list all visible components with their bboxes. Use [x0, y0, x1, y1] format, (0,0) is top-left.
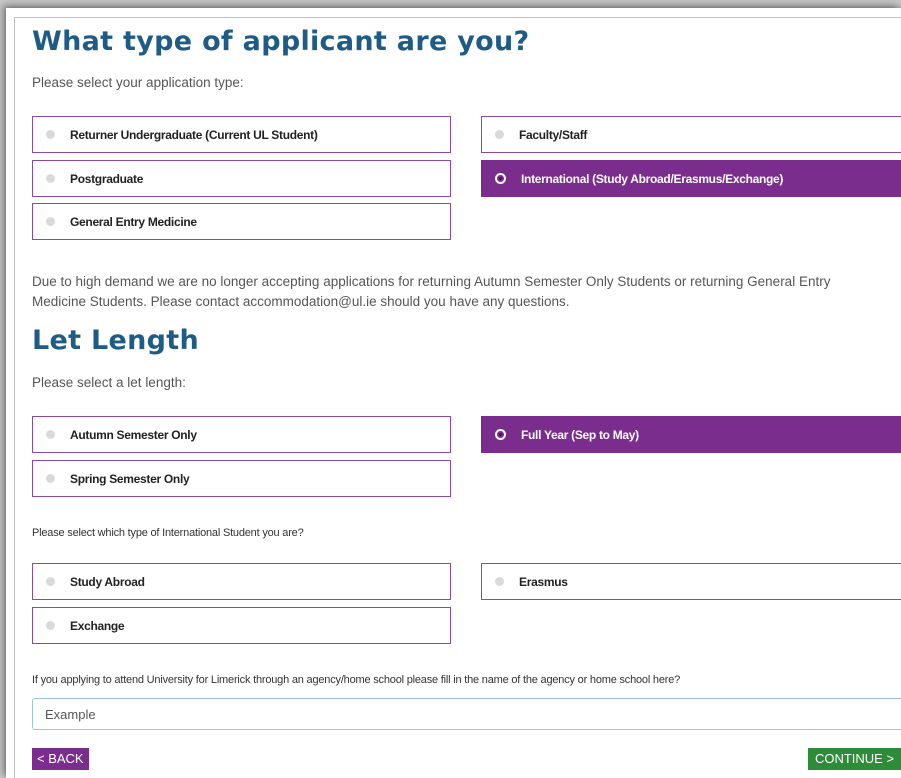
option-label: Study Abroad [70, 574, 145, 589]
option-label: Erasmus [519, 574, 568, 589]
radio-icon[interactable] [46, 474, 55, 483]
option-label: Autumn Semester Only [70, 427, 197, 442]
let-length-heading: Let Length [32, 325, 200, 356]
radio-selected-icon[interactable] [495, 429, 506, 440]
option-full-year[interactable]: Full Year (Sep to May) [481, 416, 901, 453]
option-autumn-semester[interactable]: Autumn Semester Only [32, 416, 451, 453]
agency-input[interactable] [32, 698, 901, 730]
option-exchange[interactable]: Exchange [32, 607, 451, 644]
radio-icon[interactable] [46, 621, 55, 630]
option-label: Exchange [70, 618, 125, 633]
option-international[interactable]: International (Study Abroad/Erasmus/Exch… [481, 160, 901, 197]
option-returner-undergraduate[interactable]: Returner Undergraduate (Current UL Stude… [32, 116, 451, 153]
option-study-abroad[interactable]: Study Abroad [32, 563, 451, 600]
agency-prompt: If you applying to attend University for… [32, 674, 681, 686]
option-label: Faculty/Staff [519, 127, 588, 142]
radio-selected-icon[interactable] [495, 173, 506, 184]
option-erasmus[interactable]: Erasmus [481, 563, 901, 600]
radio-icon[interactable] [495, 130, 504, 139]
radio-icon[interactable] [46, 130, 55, 139]
option-general-entry-medicine[interactable]: General Entry Medicine [32, 203, 451, 240]
radio-icon[interactable] [46, 217, 55, 226]
back-button[interactable]: < BACK [32, 748, 89, 770]
option-faculty-staff[interactable]: Faculty/Staff [481, 116, 901, 153]
intl-type-prompt: Please select which type of Internationa… [32, 527, 304, 539]
let-length-prompt: Please select a let length: [32, 375, 186, 390]
option-label: General Entry Medicine [70, 214, 197, 229]
radio-icon[interactable] [46, 430, 55, 439]
option-label: Full Year (Sep to May) [521, 427, 639, 442]
applicant-type-heading: What type of applicant are you? [32, 26, 530, 57]
option-label: Returner Undergraduate (Current UL Stude… [70, 127, 318, 142]
option-label: International (Study Abroad/Erasmus/Exch… [521, 171, 784, 186]
continue-button[interactable]: CONTINUE > [808, 748, 901, 770]
top-divider [14, 17, 901, 18]
option-postgraduate[interactable]: Postgraduate [32, 160, 451, 197]
notice-line-1: Due to high demand we are no longer acce… [32, 274, 831, 289]
radio-icon[interactable] [495, 577, 504, 586]
applicant-type-prompt: Please select your application type: [32, 75, 244, 90]
radio-icon[interactable] [46, 174, 55, 183]
radio-icon[interactable] [46, 577, 55, 586]
option-spring-semester[interactable]: Spring Semester Only [32, 460, 451, 497]
option-label: Spring Semester Only [70, 471, 190, 486]
option-label: Postgraduate [70, 171, 144, 186]
notice-line-2: Medicine Students. Please contact accomm… [32, 294, 570, 309]
left-divider [14, 17, 15, 778]
